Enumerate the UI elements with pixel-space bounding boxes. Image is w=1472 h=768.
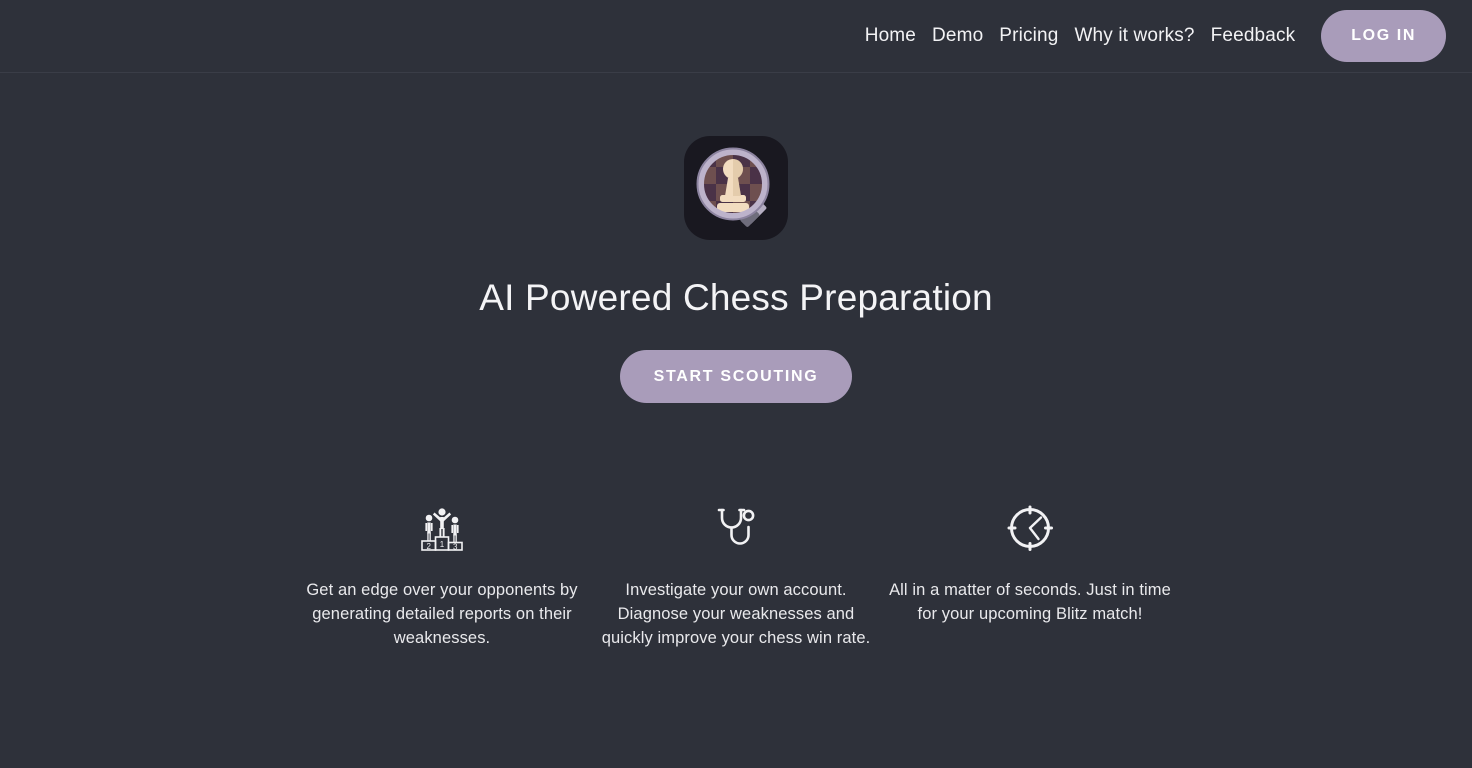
feature-list: 1 2 3 Get an edge over your opponents by… [0,495,1472,650]
feature-text-speed: All in a matter of seconds. Just in time… [889,581,1171,623]
feature-text-self-diagnosis: Investigate your own account. Diagnose y… [601,581,871,647]
nav-item-feedback[interactable]: Feedback [1203,25,1304,47]
nav-item-demo[interactable]: Demo [924,25,991,47]
feature-item-speed: All in a matter of seconds. Just in time… [885,495,1175,650]
feature-text-opponent-reports: Get an edge over your opponents by gener… [306,581,578,647]
chess-pawn-magnifier-logo-icon [684,136,788,240]
start-scouting-button[interactable]: START SCOUTING [619,350,853,404]
podium-label-1: 1 [440,540,445,549]
clock-icon [1002,495,1058,561]
stethoscope-icon [708,495,764,561]
log-in-button[interactable]: LOG IN [1321,10,1446,62]
feature-item-self-diagnosis: Investigate your own account. Diagnose y… [591,495,881,650]
podium-label-2: 2 [426,542,431,551]
feature-item-opponent-reports: 1 2 3 Get an edge over your opponents by… [297,495,587,650]
site-header: Home Demo Pricing Why it works? Feedback… [0,0,1472,73]
podium-ranking-icon: 1 2 3 [414,495,470,561]
page-title: AI Powered Chess Preparation [479,277,993,318]
podium-label-3: 3 [453,543,458,552]
nav-item-home[interactable]: Home [857,25,924,47]
landing-page: Home Demo Pricing Why it works? Feedback… [0,0,1472,768]
main-navigation: Home Demo Pricing Why it works? Feedback… [857,10,1446,62]
nav-item-why-it-works[interactable]: Why it works? [1066,25,1202,47]
nav-item-pricing[interactable]: Pricing [991,25,1066,47]
hero-section: AI Powered Chess Preparation START SCOUT… [0,73,1472,404]
